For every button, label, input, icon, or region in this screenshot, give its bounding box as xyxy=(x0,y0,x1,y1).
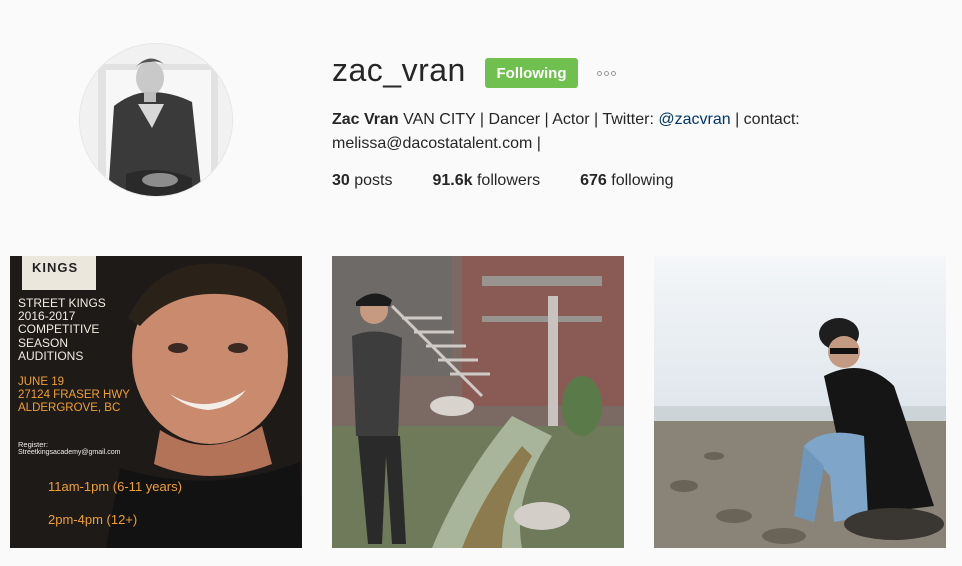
bio-line-1: Zac Vran VAN CITY | Dancer | Actor | Twi… xyxy=(332,108,852,132)
posts-label: posts xyxy=(349,172,393,189)
twitter-link[interactable]: @zacvran xyxy=(658,111,730,128)
flyer-register-label: Register: xyxy=(18,440,49,449)
dot xyxy=(596,70,602,76)
flyer-address-1: 27124 FRASER HWY xyxy=(18,389,130,401)
flyer-register-email: Streetkingsacademy@gmail.com xyxy=(18,449,121,456)
post-thumbnail-courtyard[interactable] xyxy=(332,256,624,548)
profile-bio: Zac Vran VAN CITY | Dancer | Actor | Twi… xyxy=(332,108,852,156)
flyer-time-1: 11am-1pm (6-11 years) xyxy=(48,479,182,494)
profile-stats: 30 posts 91.6k followers 676 following xyxy=(332,172,714,190)
bio-line-2: melissa@dacostatalent.com | xyxy=(332,135,541,152)
following-button[interactable]: Following xyxy=(485,58,578,88)
followers-count: 91.6k xyxy=(432,172,473,189)
following-label: following xyxy=(606,172,674,189)
beach-photo xyxy=(654,256,946,548)
flyer-title-line: COMPETITIVE xyxy=(18,322,100,336)
flyer-address-2: ALDERGROVE, BC xyxy=(18,402,121,414)
dot xyxy=(603,70,609,76)
profile-username: zac_vran xyxy=(332,52,466,88)
following-stat[interactable]: 676 following xyxy=(580,172,673,190)
bio-text: VAN CITY | Dancer | Actor | Twitter: xyxy=(398,111,659,128)
followers-label: followers xyxy=(472,172,541,189)
dot xyxy=(610,70,616,76)
posts-count: 30 xyxy=(332,172,350,189)
posts-stat: 30 posts xyxy=(332,172,392,190)
following-count: 676 xyxy=(580,172,607,189)
flyer-logo: KINGS xyxy=(32,260,79,275)
ellipsis-icon[interactable] xyxy=(590,64,622,82)
flyer-date: JUNE 19 xyxy=(18,376,65,388)
flyer-title-line: AUDITIONS xyxy=(18,349,84,363)
flyer-time-2: 2pm-4pm (12+) xyxy=(48,512,138,527)
courtyard-photo xyxy=(332,256,624,548)
followers-stat[interactable]: 91.6k followers xyxy=(432,172,540,190)
profile-avatar[interactable] xyxy=(80,44,232,196)
bio-text-contact: | contact: xyxy=(730,111,800,128)
bio-full-name: Zac Vran xyxy=(332,111,399,128)
avatar-photo xyxy=(80,44,232,196)
post-thumbnail-beach[interactable] xyxy=(654,256,946,548)
post-thumbnail-street-kings-flyer[interactable]: KINGS STREET KINGS 2016-2017 COMPETITIVE… xyxy=(10,256,302,548)
